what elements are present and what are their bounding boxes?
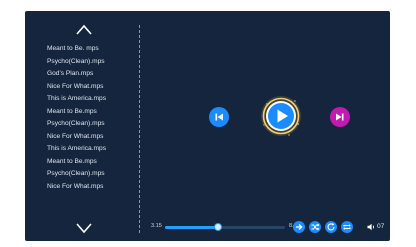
track-list: Meant to Be. mps Psycho(Clean).mps God's…: [47, 43, 106, 193]
progress-fill: [165, 226, 218, 229]
track-item[interactable]: This is America.mps: [47, 93, 106, 106]
scroll-down-icon[interactable]: [76, 222, 92, 234]
panel-divider: [139, 25, 140, 233]
repeat-button[interactable]: [341, 221, 353, 233]
repeat-icon: [343, 224, 351, 230]
track-item[interactable]: Meant to Be. mps: [47, 43, 106, 56]
track-item[interactable]: Meant to Be.mps: [47, 156, 106, 169]
next-button[interactable]: [330, 107, 350, 127]
play-icon: [261, 96, 301, 136]
refresh-icon: [327, 223, 335, 231]
next-icon: [336, 113, 344, 121]
track-item[interactable]: Psycho(Clean).mps: [47, 56, 106, 69]
volume-icon[interactable]: [367, 223, 376, 231]
track-item[interactable]: Nice For What.mps: [47, 81, 106, 94]
track-item[interactable]: Meant to Be.mps: [47, 106, 106, 119]
scroll-up-icon[interactable]: [76, 24, 92, 36]
music-player-screen: Meant to Be. mps Psycho(Clean).mps God's…: [25, 11, 390, 241]
track-item[interactable]: Nice For What.mps: [47, 181, 106, 194]
previous-icon: [215, 113, 223, 121]
playlist-panel: Meant to Be. mps Psycho(Clean).mps God's…: [25, 11, 139, 241]
forward-button[interactable]: [293, 221, 305, 233]
track-item[interactable]: Nice For What.mps: [47, 131, 106, 144]
track-item[interactable]: God's Plan.mps: [47, 68, 106, 81]
track-item[interactable]: Psycho(Clean).mps: [47, 118, 106, 131]
refresh-button[interactable]: [325, 221, 337, 233]
play-button[interactable]: [259, 94, 303, 138]
progress-bar[interactable]: [165, 223, 285, 231]
previous-button[interactable]: [209, 107, 229, 127]
next-arrow-icon: [296, 224, 303, 230]
shuffle-button[interactable]: [309, 221, 321, 233]
shuffle-icon: [311, 223, 320, 231]
track-item[interactable]: Psycho(Clean).mps: [47, 168, 106, 181]
elapsed-time: 3.15: [151, 223, 162, 229]
volume-level: 07: [377, 223, 385, 230]
progress-knob[interactable]: [213, 223, 222, 231]
track-item[interactable]: This is America.mps: [47, 143, 106, 156]
